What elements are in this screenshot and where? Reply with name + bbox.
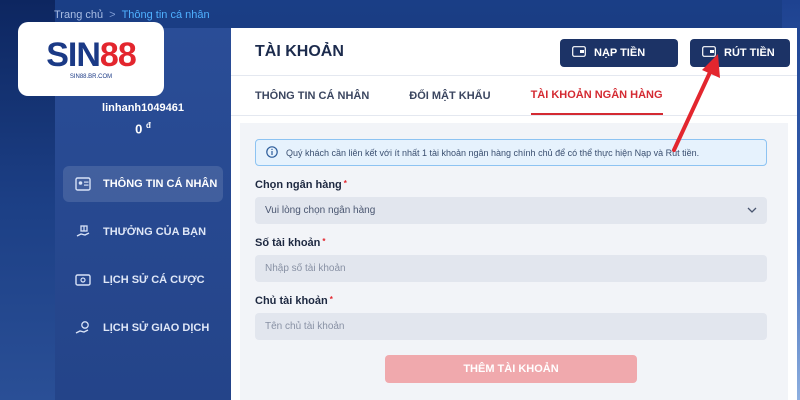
- deposit-button-label: NẠP TIỀN: [594, 47, 646, 59]
- account-number-label: Số tài khoản *: [255, 237, 767, 249]
- logo-text-main: SIN: [46, 36, 101, 74]
- account-holder-label-text: Chủ tài khoản: [255, 295, 328, 307]
- balance-value: 0: [135, 121, 143, 137]
- account-number-placeholder: Nhập số tài khoản: [265, 263, 346, 274]
- balance-currency: đ: [145, 121, 151, 130]
- username: linhanh1049461: [102, 102, 184, 114]
- bank-label-text: Chọn ngân hàng: [255, 179, 342, 191]
- sidebar-nav: THÔNG TIN CÁ NHÂN THƯỞNG CỦA BẠN LỊCH SỬ…: [63, 166, 223, 358]
- withdraw-button-label: RÚT TIỀN: [724, 47, 775, 59]
- required-mark: *: [329, 295, 333, 304]
- account-number-input[interactable]: Nhập số tài khoản: [255, 255, 767, 282]
- wallet-icon: [572, 46, 586, 60]
- sidebar-item-label: THƯỞNG CỦA BẠN: [103, 226, 207, 238]
- sidebar-item-transaction-history[interactable]: LỊCH SỬ GIAO DỊCH: [63, 310, 223, 346]
- bank-account-form: Quý khách cần liên kết với ít nhất 1 tài…: [255, 139, 767, 340]
- balance: 0 đ: [55, 121, 231, 136]
- logo-wordmark: SIN88: [46, 36, 137, 74]
- sidebar-item-rewards[interactable]: THƯỞNG CỦA BẠN: [63, 214, 223, 250]
- breadcrumb-current: Thông tin cá nhân: [121, 9, 210, 21]
- add-account-button[interactable]: THÊM TÀI KHOẢN: [385, 355, 637, 383]
- money-hand-icon: [75, 320, 91, 336]
- breadcrumb: Trang chủ > Thông tin cá nhân: [54, 9, 210, 21]
- chevron-down-icon: [747, 205, 757, 216]
- info-notice-text: Quý khách cần liên kết với ít nhất 1 tài…: [286, 147, 700, 158]
- tab-personal-info[interactable]: THÔNG TIN CÁ NHÂN: [255, 76, 369, 115]
- page-title: TÀI KHOẢN: [255, 42, 344, 60]
- tab-bank-account[interactable]: TÀI KHOẢN NGÂN HÀNG: [530, 76, 663, 115]
- gift-hand-icon: [75, 224, 91, 240]
- sidebar-item-bet-history[interactable]: LỊCH SỬ CÁ CƯỢC: [63, 262, 223, 298]
- required-mark: *: [343, 179, 347, 188]
- account-holder-placeholder: Tên chủ tài khoản: [265, 321, 345, 332]
- red-arrow-annotation: [672, 54, 720, 152]
- tab-change-password[interactable]: ĐỔI MẬT KHẨU: [409, 76, 490, 115]
- logo-subtext: SIN88.BR.COM: [69, 74, 113, 80]
- bank-select-value: Vui lòng chọn ngân hàng: [265, 205, 376, 216]
- breadcrumb-separator: >: [109, 9, 116, 21]
- sidebar-item-label: LỊCH SỬ GIAO DỊCH: [103, 322, 210, 334]
- sidebar-item-label: LỊCH SỬ CÁ CƯỢC: [103, 274, 205, 286]
- account-holder-label: Chủ tài khoản *: [255, 295, 767, 307]
- bank-select[interactable]: Vui lòng chọn ngân hàng: [255, 197, 767, 224]
- id-card-icon: [75, 176, 91, 192]
- sidebar-item-profile[interactable]: THÔNG TIN CÁ NHÂN: [63, 166, 223, 202]
- bank-label: Chọn ngân hàng *: [255, 179, 767, 191]
- logo[interactable]: SIN88 SIN88.BR.COM: [18, 22, 164, 96]
- logo-text-accent: 88: [99, 36, 137, 74]
- account-number-label-text: Số tài khoản: [255, 237, 321, 249]
- breadcrumb-home[interactable]: Trang chủ: [54, 9, 103, 21]
- account-holder-input[interactable]: Tên chủ tài khoản: [255, 313, 767, 340]
- info-icon: [266, 145, 278, 160]
- required-mark: *: [322, 237, 326, 246]
- ticket-icon: [75, 272, 91, 288]
- sidebar-item-label: THÔNG TIN CÁ NHÂN: [103, 178, 218, 190]
